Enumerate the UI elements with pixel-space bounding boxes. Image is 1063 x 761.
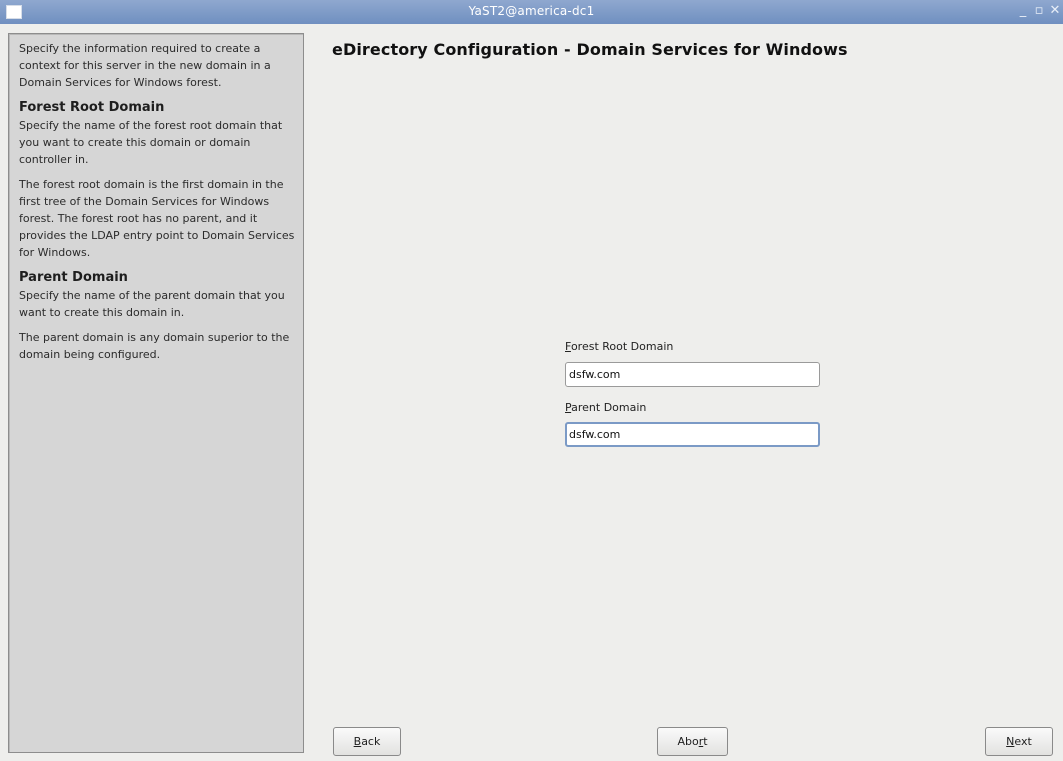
forest-root-domain-input[interactable]: dsfw.com: [565, 362, 820, 387]
abort-button[interactable]: Abort: [657, 727, 728, 756]
parent-domain-label: Parent Domain: [565, 401, 646, 414]
abort-label-head: Abo: [677, 735, 699, 748]
parent-domain-label-text: arent Domain: [571, 401, 647, 414]
parent-domain-input[interactable]: dsfw.com: [565, 422, 820, 447]
back-button-label: ack: [361, 735, 381, 748]
help-parent-domain-text-1: Specify the name of the parent domain th…: [19, 289, 285, 319]
close-icon[interactable]: ✕: [1048, 2, 1062, 20]
help-pane[interactable]: Specify the information required to crea…: [8, 33, 304, 753]
help-heading-parent-domain: Parent Domain: [19, 270, 128, 285]
help-intro: Specify the information required to crea…: [19, 42, 271, 89]
back-button[interactable]: Back: [333, 727, 401, 756]
help-forest-root-text-1: Specify the name of the forest root doma…: [19, 119, 283, 166]
forest-root-domain-label: Forest Root Domain: [565, 340, 673, 353]
maximize-icon[interactable]: ▫: [1032, 2, 1046, 20]
page-title: eDirectory Configuration - Domain Servic…: [332, 40, 848, 59]
help-forest-root-text-2: The forest root domain is the first doma…: [19, 178, 295, 259]
next-button-label: ext: [1014, 735, 1032, 748]
yast-window: YaST2@america-dc1 _ ▫ ✕ Specify the info…: [0, 0, 1063, 761]
minimize-icon[interactable]: _: [1016, 2, 1030, 20]
abort-label-tail: t: [703, 735, 708, 748]
window-title: YaST2@america-dc1: [468, 4, 595, 18]
help-heading-forest-root: Forest Root Domain: [19, 100, 165, 115]
help-parent-domain-text-2: The parent domain is any domain superior…: [19, 331, 290, 361]
forest-root-domain-label-text: orest Root Domain: [570, 340, 674, 353]
window-titlebar[interactable]: YaST2@america-dc1 _ ▫ ✕: [0, 0, 1063, 24]
next-button[interactable]: Next: [985, 727, 1053, 756]
